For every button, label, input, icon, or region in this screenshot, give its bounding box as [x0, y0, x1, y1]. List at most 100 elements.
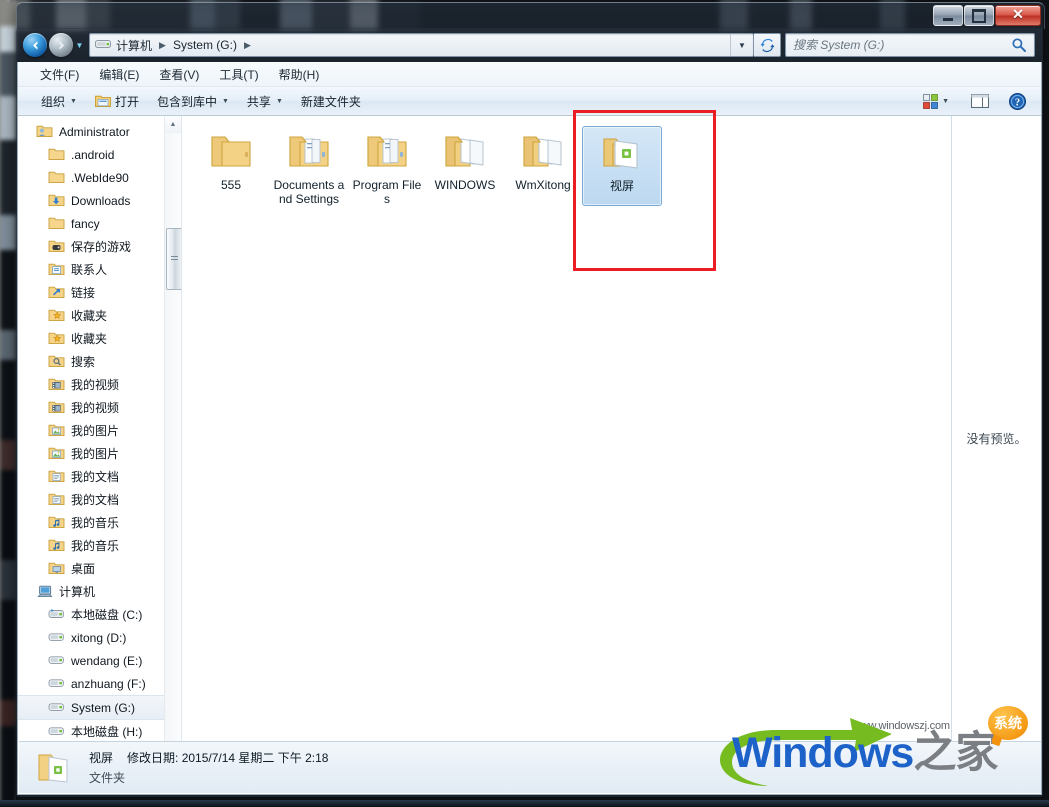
minimize-icon [943, 17, 953, 21]
links-folder-icon [48, 286, 65, 299]
sidebar-item-label: 我的视频 [71, 401, 120, 415]
sidebar-item-9[interactable]: 收藏夹 [18, 327, 181, 350]
breadcrumb-item-0[interactable]: 计算机 [115, 37, 153, 54]
forward-button[interactable] [49, 33, 73, 57]
breadcrumb-separator-0[interactable]: ▶ [153, 40, 172, 51]
chevron-down-icon[interactable]: ▼ [942, 98, 949, 105]
sidebar-item-label: 我的图片 [71, 447, 120, 461]
menu-item-file[interactable]: 文件(F) [30, 64, 89, 85]
open-button[interactable]: 打开 [86, 90, 148, 113]
videos-folder-icon [48, 377, 66, 392]
drive-icon [48, 703, 64, 711]
sidebar-item-label: 收藏夹 [71, 309, 108, 323]
new-folder-button[interactable]: 新建文件夹 [292, 90, 370, 113]
sidebar-item-12[interactable]: 我的视频 [18, 396, 181, 419]
sidebar-item-label: 收藏夹 [71, 332, 108, 346]
menu-item-tools[interactable]: 工具(T) [209, 64, 268, 85]
file-item-label: Program Files [352, 178, 422, 206]
preview-pane: 没有预览。 [951, 116, 1041, 761]
drive-icon [48, 630, 66, 645]
sidebar-item-label: 联系人 [71, 263, 108, 277]
sidebar-item-11[interactable]: 我的视频 [18, 373, 181, 396]
scroll-up-button[interactable]: ▲ [165, 116, 181, 133]
file-item[interactable]: WmXitong [504, 126, 582, 206]
menu-item-help[interactable]: 帮助(H) [269, 64, 330, 85]
details-modified: 修改日期: 2015/7/14 星期二 下午 2:18 [127, 749, 328, 766]
file-item[interactable]: 555 [192, 126, 270, 206]
sidebar-item-1[interactable]: .android [18, 143, 181, 166]
file-item-label: Documents and Settings [273, 178, 345, 206]
sidebar-item-25[interactable]: System (G:) [18, 695, 181, 720]
close-button[interactable]: ✕ [995, 5, 1041, 26]
details-type: 文件夹 [89, 771, 126, 785]
sidebar-item-23[interactable]: wendang (E:) [18, 649, 181, 672]
folder-docs-icon [364, 130, 410, 175]
file-list-pane[interactable]: 555 Documents and Settings Program Files WI… [182, 116, 951, 761]
scrollbar-thumb[interactable] [166, 228, 181, 290]
desktop-folder-icon [48, 562, 65, 575]
open-folder-icon [95, 95, 111, 107]
breadcrumb-item-1[interactable]: System (G:) [172, 38, 238, 52]
sidebar-item-15[interactable]: 我的文档 [18, 465, 181, 488]
sidebar-item-24[interactable]: anzhuang (F:) [18, 672, 181, 695]
sidebar-item-6[interactable]: 联系人 [18, 258, 181, 281]
address-bar[interactable]: 计算机 ▶ System (G:) ▶ ▼ [89, 33, 754, 57]
sidebar-item-18[interactable]: 我的音乐 [18, 534, 181, 557]
preview-pane-icon [971, 94, 989, 108]
sidebar-item-17[interactable]: 我的音乐 [18, 511, 181, 534]
sidebar-item-7[interactable]: 链接 [18, 281, 181, 304]
sidebar-item-13[interactable]: 我的图片 [18, 419, 181, 442]
sidebar-item-5[interactable]: 保存的游戏 [18, 235, 181, 258]
drive-icon [48, 633, 64, 641]
maximize-button[interactable] [964, 5, 994, 26]
sidebar-item-label: 保存的游戏 [71, 240, 132, 254]
sidebar-item-26[interactable]: 本地磁盘 (H:) [18, 720, 181, 743]
file-item[interactable]: WINDOWS [426, 126, 504, 206]
sidebar-item-4[interactable]: fancy [18, 212, 181, 235]
menu-item-view[interactable]: 查看(V) [149, 64, 209, 85]
address-dropdown-button[interactable]: ▼ [730, 34, 753, 56]
sidebar-item-2[interactable]: .WebIde90 [18, 166, 181, 189]
file-item[interactable]: 视屏 [582, 126, 662, 206]
nav-scrollbar[interactable]: ▲ ▼ [164, 116, 181, 761]
preview-pane-button[interactable] [966, 92, 994, 110]
user-folder-icon [36, 125, 53, 138]
file-item[interactable]: Program Files [348, 126, 426, 206]
sidebar-item-21[interactable]: 本地磁盘 (C:) [18, 603, 181, 626]
documents-folder-icon [48, 492, 66, 507]
search-input[interactable] [786, 37, 995, 53]
history-dropdown-button[interactable]: ▼ [73, 41, 86, 50]
include-in-library-button[interactable]: 包含到库中 ▼ [148, 90, 238, 113]
organize-button[interactable]: 组织 ▼ [32, 90, 86, 113]
search-box[interactable] [785, 33, 1035, 57]
refresh-icon [760, 38, 774, 52]
sidebar-item-10[interactable]: 搜索 [18, 350, 181, 373]
change-view-button[interactable]: ▼ [918, 92, 954, 111]
details-line-primary: 视屏 修改日期: 2015/7/14 星期二 下午 2:18 [89, 749, 328, 766]
menu-item-edit[interactable]: 编辑(E) [89, 64, 149, 85]
help-button[interactable]: ? [1004, 91, 1031, 112]
share-button[interactable]: 共享 ▼ [238, 90, 292, 113]
chevron-down-icon: ▼ [70, 97, 77, 105]
sidebar-item-3[interactable]: Downloads [18, 189, 181, 212]
breadcrumb-separator-1[interactable]: ▶ [238, 40, 257, 51]
music-folder-icon [48, 539, 65, 552]
minimize-button[interactable] [933, 5, 963, 26]
desktop-folder-icon [48, 561, 66, 576]
sidebar-item-20[interactable]: 计算机 [18, 580, 181, 603]
title-bar[interactable]: ✕ [16, 2, 1045, 29]
music-folder-icon [48, 515, 66, 530]
close-icon: ✕ [1012, 7, 1024, 23]
search-icon[interactable] [1011, 37, 1027, 53]
sidebar-item-0[interactable]: Administrator [18, 120, 181, 143]
sidebar-item-14[interactable]: 我的图片 [18, 442, 181, 465]
sidebar-item-19[interactable]: 桌面 [18, 557, 181, 580]
sidebar-item-22[interactable]: xitong (D:) [18, 626, 181, 649]
back-button[interactable] [23, 33, 47, 57]
pictures-folder-icon [48, 424, 65, 437]
file-item[interactable]: Documents and Settings [270, 126, 348, 206]
sidebar-item-8[interactable]: 收藏夹 [18, 304, 181, 327]
folder-pages-icon [442, 130, 488, 175]
sidebar-item-16[interactable]: 我的文档 [18, 488, 181, 511]
refresh-button[interactable] [754, 33, 781, 57]
